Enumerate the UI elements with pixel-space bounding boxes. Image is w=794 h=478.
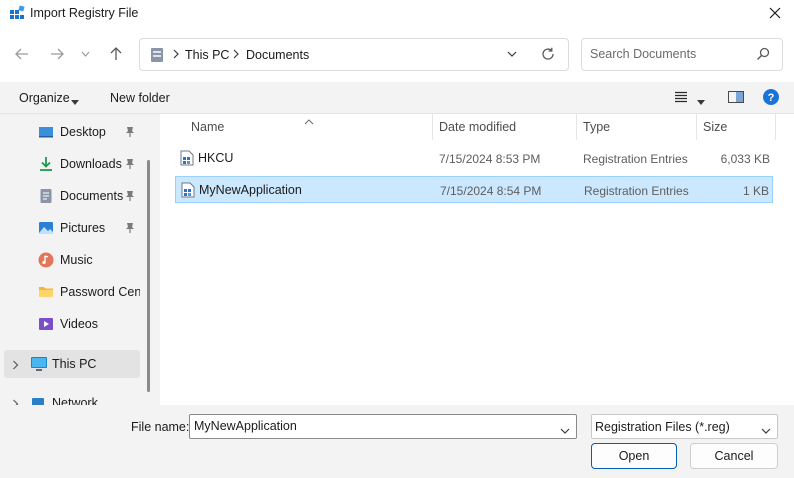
pictures-icon (38, 220, 54, 236)
address-bar[interactable]: This PC Documents (139, 38, 569, 71)
breadcrumb-documents[interactable]: Documents (246, 48, 309, 62)
pin-icon (125, 158, 135, 173)
sort-ascending-icon (304, 114, 314, 128)
expand-chevron-icon[interactable] (12, 359, 19, 373)
preview-pane-icon[interactable] (728, 91, 744, 106)
pin-icon (125, 222, 135, 237)
address-history-chevron-icon[interactable] (506, 48, 518, 63)
column-divider[interactable] (432, 114, 433, 140)
sidebar-item-label: Videos (60, 317, 98, 331)
recent-locations-chevron-icon[interactable] (77, 43, 93, 65)
sidebar-item-desktop[interactable]: Desktop (0, 118, 140, 146)
pin-icon (125, 190, 135, 205)
sidebar-item-music[interactable]: Music (0, 246, 140, 274)
column-header-name[interactable]: Name (191, 114, 224, 140)
folder-icon (38, 284, 54, 300)
sidebar-item-password-center[interactable]: Password Center (0, 278, 140, 306)
registry-file-icon (180, 150, 194, 169)
column-divider[interactable] (576, 114, 577, 140)
organize-button[interactable]: Organize (19, 91, 70, 105)
breadcrumb-this-pc[interactable]: This PC (185, 48, 229, 62)
column-divider[interactable] (775, 114, 776, 140)
file-size: 6,033 KB (720, 152, 770, 166)
view-list-icon[interactable] (674, 91, 688, 106)
breadcrumb-separator-icon (172, 47, 180, 64)
search-box[interactable] (581, 38, 783, 71)
sidebar-item-documents[interactable]: Documents (0, 182, 140, 210)
organize-caret-icon[interactable] (71, 94, 79, 108)
network-icon (30, 395, 46, 405)
sidebar-item-videos[interactable]: Videos (0, 310, 140, 338)
sidebar-item-this-pc[interactable]: This PC (4, 350, 140, 378)
registry-file-icon (181, 182, 195, 201)
view-options-caret-icon[interactable] (697, 94, 705, 108)
file-row-mynewapplication[interactable]: MyNewApplication 7/15/2024 8:54 PM Regis… (175, 176, 773, 203)
file-date-modified: 7/15/2024 8:53 PM (439, 152, 541, 166)
sidebar-item-downloads[interactable]: Downloads (0, 150, 140, 178)
forward-arrow-icon[interactable] (46, 43, 68, 65)
sidebar-item-label: This PC (52, 357, 97, 371)
desktop-icon (38, 124, 54, 140)
file-type-chevron-icon[interactable] (761, 423, 771, 437)
file-type-value: Registration Files (*.reg) (595, 420, 730, 434)
close-icon[interactable] (762, 1, 788, 25)
computer-icon (30, 356, 47, 372)
column-header-type[interactable]: Type (583, 114, 610, 140)
sidebar-item-label: Network (52, 396, 98, 405)
back-arrow-icon[interactable] (11, 43, 33, 65)
file-date-modified: 7/15/2024 8:54 PM (440, 184, 542, 198)
sidebar-item-label: Music (60, 253, 93, 267)
file-type: Registration Entries (583, 152, 688, 166)
refresh-icon[interactable] (541, 47, 555, 64)
column-divider[interactable] (696, 114, 697, 140)
file-type: Registration Entries (584, 184, 689, 198)
sidebar-item-pictures[interactable]: Pictures (0, 214, 140, 242)
title-bar: Import Registry File (0, 0, 794, 26)
up-arrow-icon[interactable] (105, 43, 127, 65)
dialog-footer: File name: Registration Files (*.reg) Op… (0, 405, 794, 478)
file-name-combobox[interactable] (189, 414, 577, 439)
file-size: 1 KB (742, 184, 769, 198)
file-name-input[interactable] (194, 419, 544, 433)
sidebar-item-label: Password Center (60, 285, 140, 299)
file-name: MyNewApplication (199, 183, 302, 197)
music-icon (38, 252, 54, 268)
svg-text:?: ? (768, 92, 775, 104)
help-icon[interactable]: ? (763, 89, 779, 108)
documents-icon (38, 188, 54, 204)
file-type-select[interactable]: Registration Files (*.reg) (591, 414, 778, 439)
sidebar-scrollbar[interactable] (147, 160, 150, 392)
this-pc-icon (150, 47, 164, 66)
cancel-button[interactable]: Cancel (690, 443, 778, 469)
videos-icon (38, 316, 54, 332)
file-row-hkcu[interactable]: HKCU 7/15/2024 8:53 PM Registration Entr… (175, 145, 773, 172)
navigation-bar: This PC Documents (0, 26, 794, 82)
expand-chevron-icon[interactable] (12, 398, 19, 405)
open-button[interactable]: Open (591, 443, 677, 469)
file-name-label: File name: (131, 420, 190, 434)
file-list: Name Date modified Type Size HKCU 7/15/2… (160, 114, 794, 405)
window-title: Import Registry File (30, 6, 139, 20)
file-name-dropdown-chevron-icon[interactable] (560, 423, 570, 437)
breadcrumb-separator-icon (232, 47, 240, 64)
search-icon[interactable] (756, 47, 770, 64)
file-name: HKCU (198, 151, 234, 165)
search-input[interactable] (590, 47, 750, 61)
column-header-date-modified[interactable]: Date modified (439, 114, 516, 140)
pin-icon (125, 126, 135, 141)
command-bar: Organize New folder ? (0, 82, 794, 114)
new-folder-button[interactable]: New folder (110, 91, 170, 105)
sidebar-item-network[interactable]: Network (0, 389, 140, 405)
column-header-size[interactable]: Size (703, 114, 727, 140)
download-icon (38, 156, 54, 172)
registry-editor-icon (9, 5, 25, 21)
navigation-pane: Desktop Downloads Documents Pictures Mus… (0, 114, 155, 405)
